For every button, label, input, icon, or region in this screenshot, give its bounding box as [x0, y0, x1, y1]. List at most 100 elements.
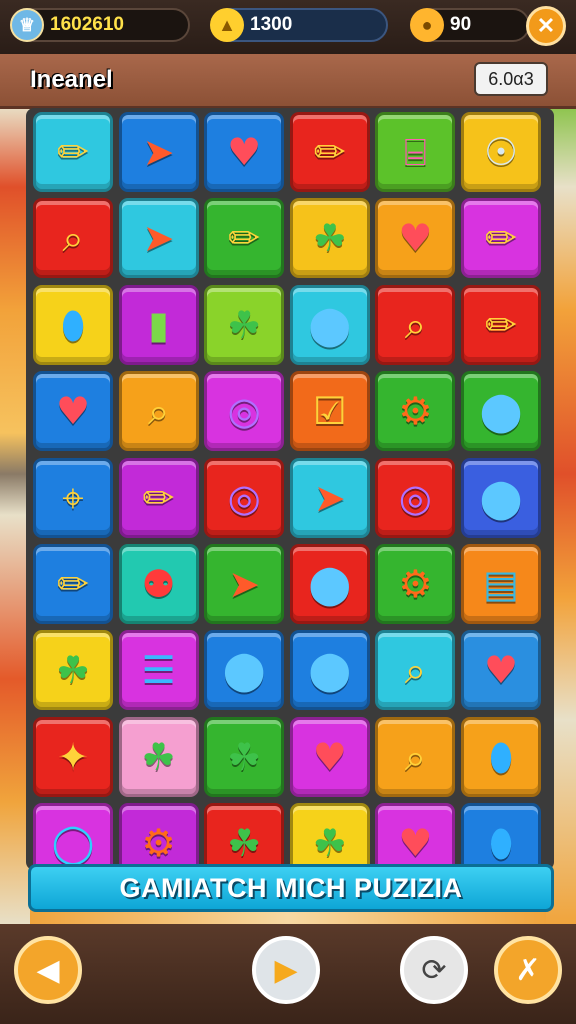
board-tile[interactable]: ⬮ — [461, 716, 541, 797]
board-tile[interactable]: ➤ — [289, 457, 370, 538]
gear-icon: ⚙ — [398, 389, 433, 434]
board-tile[interactable]: ➤ — [118, 112, 199, 192]
board-tile[interactable]: ➤ — [204, 544, 285, 624]
board-tile[interactable]: ⬤ — [289, 284, 370, 365]
board-tile[interactable]: ♥ — [33, 371, 113, 452]
check-icon: ☑ — [312, 389, 347, 434]
banner-text: GAMIATCH MICH PUZIZIA — [119, 872, 463, 903]
board-tile[interactable]: ☘ — [33, 630, 113, 711]
board-tile[interactable]: ✏ — [461, 284, 541, 365]
board-tile[interactable]: ⌖ — [33, 457, 113, 538]
pin-icon: ⌖ — [62, 475, 84, 520]
back-button[interactable]: ◀ — [14, 936, 82, 1004]
board-tile[interactable]: ◎ — [204, 371, 285, 452]
board-tile[interactable]: ▮ — [118, 284, 199, 365]
board-tile[interactable]: ⬮ — [33, 284, 113, 365]
board-tile[interactable]: ☘ — [204, 284, 285, 365]
tools-button[interactable]: ✗ — [494, 936, 562, 1004]
board-tile[interactable]: ⌕ — [118, 371, 199, 452]
arrow-icon: ➤ — [142, 130, 175, 174]
board-tile[interactable]: ⚙ — [375, 371, 456, 452]
board-tile[interactable]: ⬤ — [204, 630, 285, 711]
board-tile[interactable]: ⚉ — [118, 544, 199, 624]
bulb-icon: ⬤ — [479, 389, 523, 434]
top-hud: ♕ 1602610 ▲ 1300 ● 90 ✕ — [0, 0, 576, 54]
board-tile[interactable]: ☘ — [204, 716, 285, 797]
timer-display: 6.0α3 — [474, 62, 548, 96]
pencil-icon: ✏ — [57, 562, 89, 606]
board-tile[interactable]: ◎ — [375, 457, 456, 538]
board-tile[interactable]: ➤ — [118, 198, 199, 279]
board-tile[interactable]: ☑ — [289, 371, 370, 452]
board-tile[interactable]: ☘ — [289, 198, 370, 279]
board-tile[interactable]: ⌸ — [375, 112, 456, 192]
board-tile[interactable]: ✏ — [289, 112, 370, 192]
heart-icon: ♥ — [55, 389, 91, 434]
coin-icon: ● — [410, 8, 444, 42]
magnifier-icon: ⌕ — [62, 216, 84, 261]
star-icon: ✦ — [57, 734, 89, 779]
board-tile[interactable]: ♥ — [375, 198, 456, 279]
gems-counter: ▲ 1300 — [210, 8, 388, 42]
balloon-icon: ⬮ — [489, 821, 513, 866]
board-tile[interactable]: ⌕ — [375, 716, 456, 797]
pencil-icon: ✏ — [228, 216, 261, 261]
close-icon: ✕ — [536, 13, 556, 38]
spiral-icon: ◎ — [398, 475, 432, 520]
board-tile[interactable]: ⬤ — [289, 630, 370, 711]
battery-icon: ▮ — [148, 302, 170, 347]
spiral-icon: ◎ — [227, 389, 261, 434]
coins-counter: ● 90 — [410, 8, 530, 42]
play-button[interactable]: ▶ — [252, 936, 320, 1004]
heart-icon: ♥ — [398, 216, 433, 261]
heart-icon: ♥ — [398, 821, 433, 866]
board-tile[interactable]: ⬤ — [461, 457, 541, 538]
gear-icon: ⚙ — [398, 562, 433, 606]
bulb-icon: ⬤ — [308, 562, 352, 606]
board-tile[interactable]: ♥ — [204, 112, 285, 192]
score-value: 1602610 — [50, 14, 124, 35]
arrow-icon: ➤ — [142, 216, 175, 261]
bulb-icon: ⬤ — [479, 475, 523, 520]
spiral-icon: ◎ — [227, 475, 261, 520]
lollipop-icon: ⚉ — [141, 562, 176, 606]
clipboard-icon: ☰ — [141, 648, 176, 693]
board-tile[interactable]: ☰ — [118, 630, 199, 711]
restart-button[interactable]: ⟳ — [400, 936, 468, 1004]
heart-icon: ♥ — [312, 734, 347, 779]
board-tile[interactable]: ✏ — [118, 457, 199, 538]
board-tile[interactable]: ✏ — [33, 112, 113, 192]
magnifier-icon: ⌕ — [147, 389, 170, 434]
board-tile[interactable]: ♥ — [289, 716, 370, 797]
board-tile[interactable]: ⌕ — [33, 198, 113, 279]
pencil-icon: ✏ — [313, 130, 346, 174]
bottom-bar: ◀ ▶ ⟳ ✗ — [0, 924, 576, 1024]
board-tile[interactable]: ☘ — [118, 716, 199, 797]
gems-value: 1300 — [250, 14, 293, 35]
restart-icon: ⟳ — [421, 953, 447, 987]
board-tile[interactable]: ⚙ — [375, 544, 456, 624]
briefcase-icon: ▤ — [483, 562, 519, 606]
close-button[interactable]: ✕ — [526, 6, 566, 46]
board-tile[interactable]: ⬤ — [289, 544, 370, 624]
board-tile[interactable]: ⬤ — [461, 371, 541, 452]
board-tile[interactable]: ✏ — [204, 198, 285, 279]
bulb-icon: ⬤ — [308, 648, 352, 693]
leaf-icon: ☘ — [312, 216, 347, 261]
board-tile[interactable]: ✏ — [461, 198, 541, 279]
puzzle-board: ✏ ➤ ♥ ✏ ⌸ ☉ ⌕ ➤ ✏ ☘ ♥ ✏ ⬮ ▮ ☘ ⬤ ⌕ ✏ ♥ ⌕ ◎ ☑ ⚙ ⬤ ⌖ ✏ ◎ ➤ ◎ ⬤ ✏ ⚉ ➤ ⬤ ⚙ ▤ ☘ ☰ ⬤ ⬤… — [26, 108, 554, 884]
board-tile[interactable]: ⌕ — [375, 284, 456, 365]
arrow-icon: ➤ — [228, 562, 261, 606]
leaf-icon: ☘ — [55, 648, 91, 693]
board-tile[interactable]: ☉ — [461, 112, 541, 192]
board-tile[interactable]: ▤ — [461, 544, 541, 624]
board-tile[interactable]: ♥ — [461, 630, 541, 711]
board-tile[interactable]: ⌕ — [375, 630, 456, 711]
board-tile[interactable]: ◎ — [204, 457, 285, 538]
magnifier-icon: ⌕ — [404, 734, 427, 779]
board-tile[interactable]: ✏ — [33, 544, 113, 624]
heart-icon: ♥ — [227, 130, 262, 174]
magnifier-icon: ⌕ — [404, 302, 427, 347]
bulb-icon: ⬤ — [308, 302, 352, 347]
board-tile[interactable]: ✦ — [33, 716, 113, 797]
